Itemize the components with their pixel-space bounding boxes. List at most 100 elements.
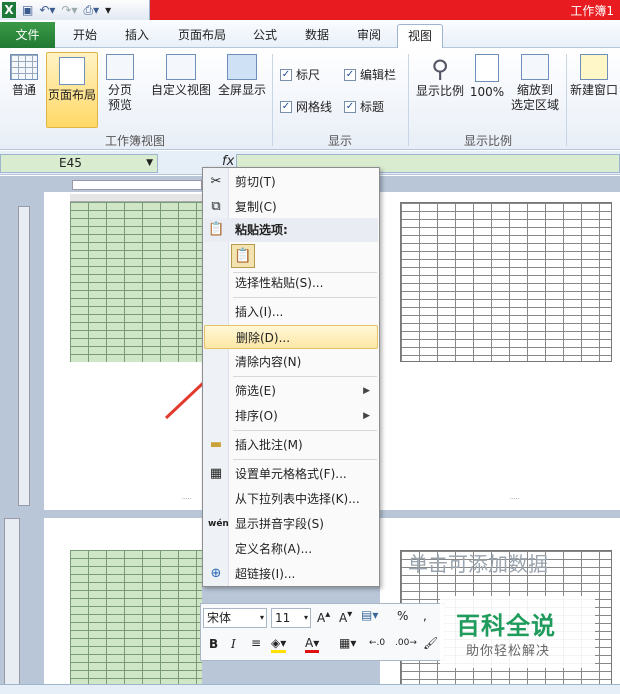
custom-view-icon: [166, 54, 196, 80]
magnifier-icon: ⚲: [431, 55, 449, 83]
watermark-title: 百科全说: [456, 612, 556, 640]
headings-checkbox[interactable]: ✓ 标题: [344, 98, 384, 115]
normal-view-button[interactable]: 普通: [6, 54, 42, 98]
zoom-100-icon: [475, 54, 499, 82]
format-cells-icon: ▦: [209, 466, 223, 481]
tab-view[interactable]: 视图: [397, 24, 443, 48]
percent-button[interactable]: %: [397, 609, 408, 623]
group-label-zoom: 显示比例: [463, 134, 512, 148]
borders-icon[interactable]: ▦▾: [339, 636, 356, 650]
quick-access-toolbar: X ▣ ↶▾ ↷▾ ⎙▾ ▾: [0, 0, 150, 20]
group-label-show: 显示: [327, 134, 352, 148]
menu-separator: [233, 430, 377, 431]
cell-grid[interactable]: [70, 202, 202, 362]
menu-item-clear-contents[interactable]: 清除内容(N): [204, 350, 378, 374]
tab-home[interactable]: 开始: [62, 24, 108, 48]
increase-font-icon[interactable]: A▴: [317, 609, 330, 625]
column-headers: [70, 194, 202, 202]
tab-file[interactable]: 文件: [0, 22, 55, 48]
accounting-format-icon[interactable]: ▤▾: [361, 608, 378, 622]
page-layout-view-button[interactable]: 页面布局: [46, 52, 98, 128]
decrease-decimal-icon[interactable]: .00→: [395, 638, 417, 648]
group-separator: [408, 54, 409, 146]
ruler-checkbox[interactable]: ✓ 标尺: [280, 66, 320, 83]
submenu-arrow-icon: ▶: [363, 411, 370, 421]
gridlines-checkbox[interactable]: ✓ 网格线: [280, 98, 332, 115]
customize-qat-icon[interactable]: ▾: [105, 2, 111, 18]
align-center-icon[interactable]: ≡: [251, 636, 261, 650]
redo-icon[interactable]: ↷▾: [61, 2, 77, 18]
group-separator: [272, 54, 273, 146]
zoom-100-button[interactable]: 100%: [468, 54, 506, 100]
format-painter-icon[interactable]: 🖌: [423, 636, 438, 650]
chevron-down-icon[interactable]: ▼: [146, 155, 153, 172]
menu-item-format-cells[interactable]: ▦ 设置单元格格式(F)...: [204, 462, 378, 486]
excel-icon[interactable]: X: [2, 2, 16, 18]
font-name-select[interactable]: 宋体 ▾: [203, 608, 267, 628]
submenu-arrow-icon: ▶: [363, 386, 370, 396]
group-separator: [566, 54, 567, 146]
menu-item-define-name[interactable]: 定义名称(A)...: [204, 537, 378, 561]
vertical-ruler: [4, 518, 20, 694]
bold-button[interactable]: B: [209, 637, 218, 651]
vertical-ruler: [18, 206, 30, 506]
font-color-icon[interactable]: A▾: [305, 636, 320, 653]
zoom-button[interactable]: ⚲ 显示比例: [414, 54, 466, 99]
menu-item-sort[interactable]: 排序(O) ▶: [204, 404, 378, 428]
page-layout-icon: [59, 57, 85, 85]
comma-button[interactable]: ,: [423, 609, 427, 623]
menu-item-phonetic[interactable]: wén 显示拼音字段(S): [204, 512, 378, 536]
tab-review[interactable]: 审阅: [348, 24, 390, 48]
page-2: ·····: [380, 192, 620, 510]
new-window-button[interactable]: 新建窗口: [568, 54, 620, 98]
print-preview-icon[interactable]: ⎙▾: [84, 2, 100, 18]
zoom-to-selection-button[interactable]: 缩放到 选定区域: [508, 54, 562, 113]
save-icon[interactable]: ▣: [22, 2, 33, 18]
context-menu: ✂ 剪切(T) ⧉ 复制(C) 📋 粘贴选项: 📋 选择性粘贴(S)... 插入(I)…: [202, 167, 380, 587]
menu-item-cut[interactable]: ✂ 剪切(T): [204, 170, 378, 194]
paste-option-icon[interactable]: 📋: [231, 244, 255, 268]
cell-grid[interactable]: [70, 550, 202, 694]
menu-item-pick-from-list[interactable]: 从下拉列表中选择(K)...: [204, 487, 378, 511]
cell-grid[interactable]: [400, 202, 612, 362]
tab-data[interactable]: 数据: [296, 24, 338, 48]
menu-item-insert[interactable]: 插入(I)...: [204, 300, 378, 324]
undo-icon[interactable]: ↶▾: [39, 2, 55, 18]
new-window-icon: [580, 54, 608, 80]
menu-item-paste-special[interactable]: 选择性粘贴(S)...: [204, 271, 378, 295]
font-size-select[interactable]: 11 ▾: [271, 608, 311, 628]
menu-item-filter[interactable]: 筛选(E) ▶: [204, 379, 378, 403]
custom-view-button[interactable]: 自定义视图: [150, 54, 212, 98]
menu-item-delete[interactable]: 删除(D)...: [204, 325, 378, 349]
decrease-font-icon[interactable]: A▾: [339, 609, 352, 625]
name-box[interactable]: E45 ▼: [0, 154, 158, 173]
horizontal-ruler: [72, 180, 202, 190]
full-screen-button[interactable]: 全屏显示: [214, 54, 270, 98]
menu-item-hyperlink[interactable]: ⊕ 超链接(I)...: [204, 562, 378, 586]
menu-item-paste-options: 📋 粘贴选项:: [204, 218, 378, 242]
page-break-icon: [106, 54, 134, 80]
paste-icon: 📋: [208, 222, 225, 237]
watermark-subtitle: 助你轻松解决: [466, 644, 551, 659]
normal-view-icon: [10, 54, 38, 80]
menu-item-insert-comment[interactable]: ▬ 插入批注(M): [204, 433, 378, 457]
comment-icon: ▬: [209, 437, 223, 452]
tab-insert[interactable]: 插入: [114, 24, 160, 48]
zoom-selection-icon: [521, 54, 549, 80]
tab-formulas[interactable]: 公式: [244, 24, 286, 48]
italic-button[interactable]: I: [231, 637, 236, 651]
fill-color-icon[interactable]: ◈▾: [271, 636, 287, 653]
window-title: 工作簿1: [570, 4, 614, 18]
page-break-preview-button[interactable]: 分页 预览: [102, 54, 138, 113]
copy-icon: ⧉: [211, 199, 221, 214]
sheet-tabs-bar[interactable]: [0, 684, 620, 694]
page-footer: ·····: [510, 496, 520, 503]
watermark: 百科全说 助你轻松解决: [440, 596, 595, 668]
scissors-icon: ✂: [210, 174, 222, 189]
add-data-placeholder[interactable]: 单击可添加数据: [408, 548, 548, 577]
checkbox-check-icon: ✓: [344, 68, 356, 81]
tab-page-layout[interactable]: 页面布局: [170, 24, 234, 48]
formula-bar-checkbox[interactable]: ✓ 编辑栏: [344, 66, 396, 83]
increase-decimal-icon[interactable]: ←.0: [369, 638, 385, 648]
menu-item-copy[interactable]: ⧉ 复制(C): [204, 195, 378, 219]
